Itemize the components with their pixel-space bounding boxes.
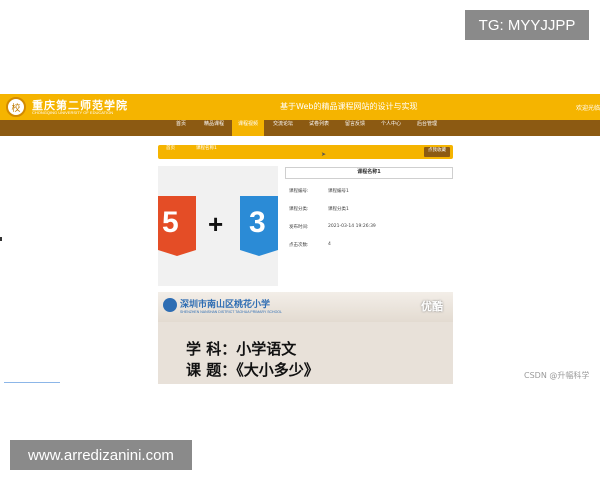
site-title: 基于Web的精品课程网站的设计与实现: [280, 102, 418, 111]
breadcrumb-current: 课程名称1: [196, 146, 217, 151]
side-marker: [0, 237, 2, 241]
course-image: 5 + 3: [158, 166, 278, 286]
css3-icon: 3: [240, 196, 278, 256]
favorite-button[interactable]: 点我收藏: [424, 147, 450, 157]
html5-icon: 5: [158, 196, 196, 256]
site-watermark: www.arredizanini.com: [10, 440, 192, 470]
plus-icon: +: [208, 209, 224, 239]
youku-logo: 优酷: [421, 300, 443, 313]
row-key: 发布时间:: [289, 225, 309, 230]
video-subject-line: 学 科：小学语文: [186, 340, 297, 358]
video-banner: 深圳市南山区桃花小学 SHENZHEN NANSHAN DISTRICT TAO…: [158, 292, 453, 322]
row-value: 课程分类1: [328, 207, 349, 212]
nav-feedback[interactable]: 留言反馈: [338, 120, 372, 136]
university-logo-icon[interactable]: 校: [6, 97, 26, 117]
row-key: 课程编号:: [289, 189, 309, 194]
mouse-cursor-icon: ➤: [321, 151, 327, 158]
row-value: 课程编号1: [328, 189, 349, 194]
nav-home[interactable]: 首页: [166, 120, 196, 136]
breadcrumb-home[interactable]: 首页: [166, 145, 175, 151]
nav-courses[interactable]: 精品课程: [197, 120, 231, 136]
university-name-en: CHONGQING UNIVERSITY OF EDUCATION: [32, 110, 114, 115]
tg-watermark: TG: MYYJJPP: [465, 10, 589, 40]
page-progress-line: [4, 382, 60, 383]
course-video-player[interactable]: 深圳市南山区桃花小学 SHENZHEN NANSHAN DISTRICT TAO…: [158, 292, 453, 384]
course-title: 课程名称1: [285, 167, 453, 179]
school-name: 深圳市南山区桃花小学: [180, 300, 271, 310]
nav-course-videos[interactable]: 课程视频: [232, 120, 264, 136]
school-logo-icon: [163, 298, 177, 312]
nav-user-center[interactable]: 个人中心: [374, 120, 408, 136]
school-name-en: SHENZHEN NANSHAN DISTRICT TAOHUA PRIMARY…: [180, 310, 282, 314]
nav-forum[interactable]: 交流论坛: [266, 120, 300, 136]
nav-exam-list[interactable]: 试卷列表: [302, 120, 336, 136]
csdn-watermark: CSDN @升幅科学: [524, 371, 590, 380]
row-key: 点击次数:: [289, 243, 309, 248]
row-value: 2021-03-14 19:26:39: [328, 224, 376, 229]
welcome-text: 欢迎光临: [575, 105, 600, 112]
row-key: 课程分类:: [289, 207, 309, 212]
nav-admin[interactable]: 后台管理: [410, 120, 444, 136]
course-website: 校 重庆第二师范学院 CHONGQING UNIVERSITY OF EDUCA…: [0, 94, 600, 384]
main-nav: 首页 精品课程 课程视频 交流论坛 试卷列表 留言反馈 个人中心 后台管理: [0, 120, 600, 136]
site-header: 校 重庆第二师范学院 CHONGQING UNIVERSITY OF EDUCA…: [0, 94, 600, 120]
course-info-panel: 课程名称1 课程编号: 课程编号1 课程分类: 课程分类1 发布时间: 2021…: [285, 166, 453, 286]
row-value: 4: [328, 242, 331, 247]
video-lesson-line: 课 题：《大小多少》: [186, 361, 319, 379]
breadcrumb: 首页 课程名称1 点我收藏: [158, 145, 453, 159]
